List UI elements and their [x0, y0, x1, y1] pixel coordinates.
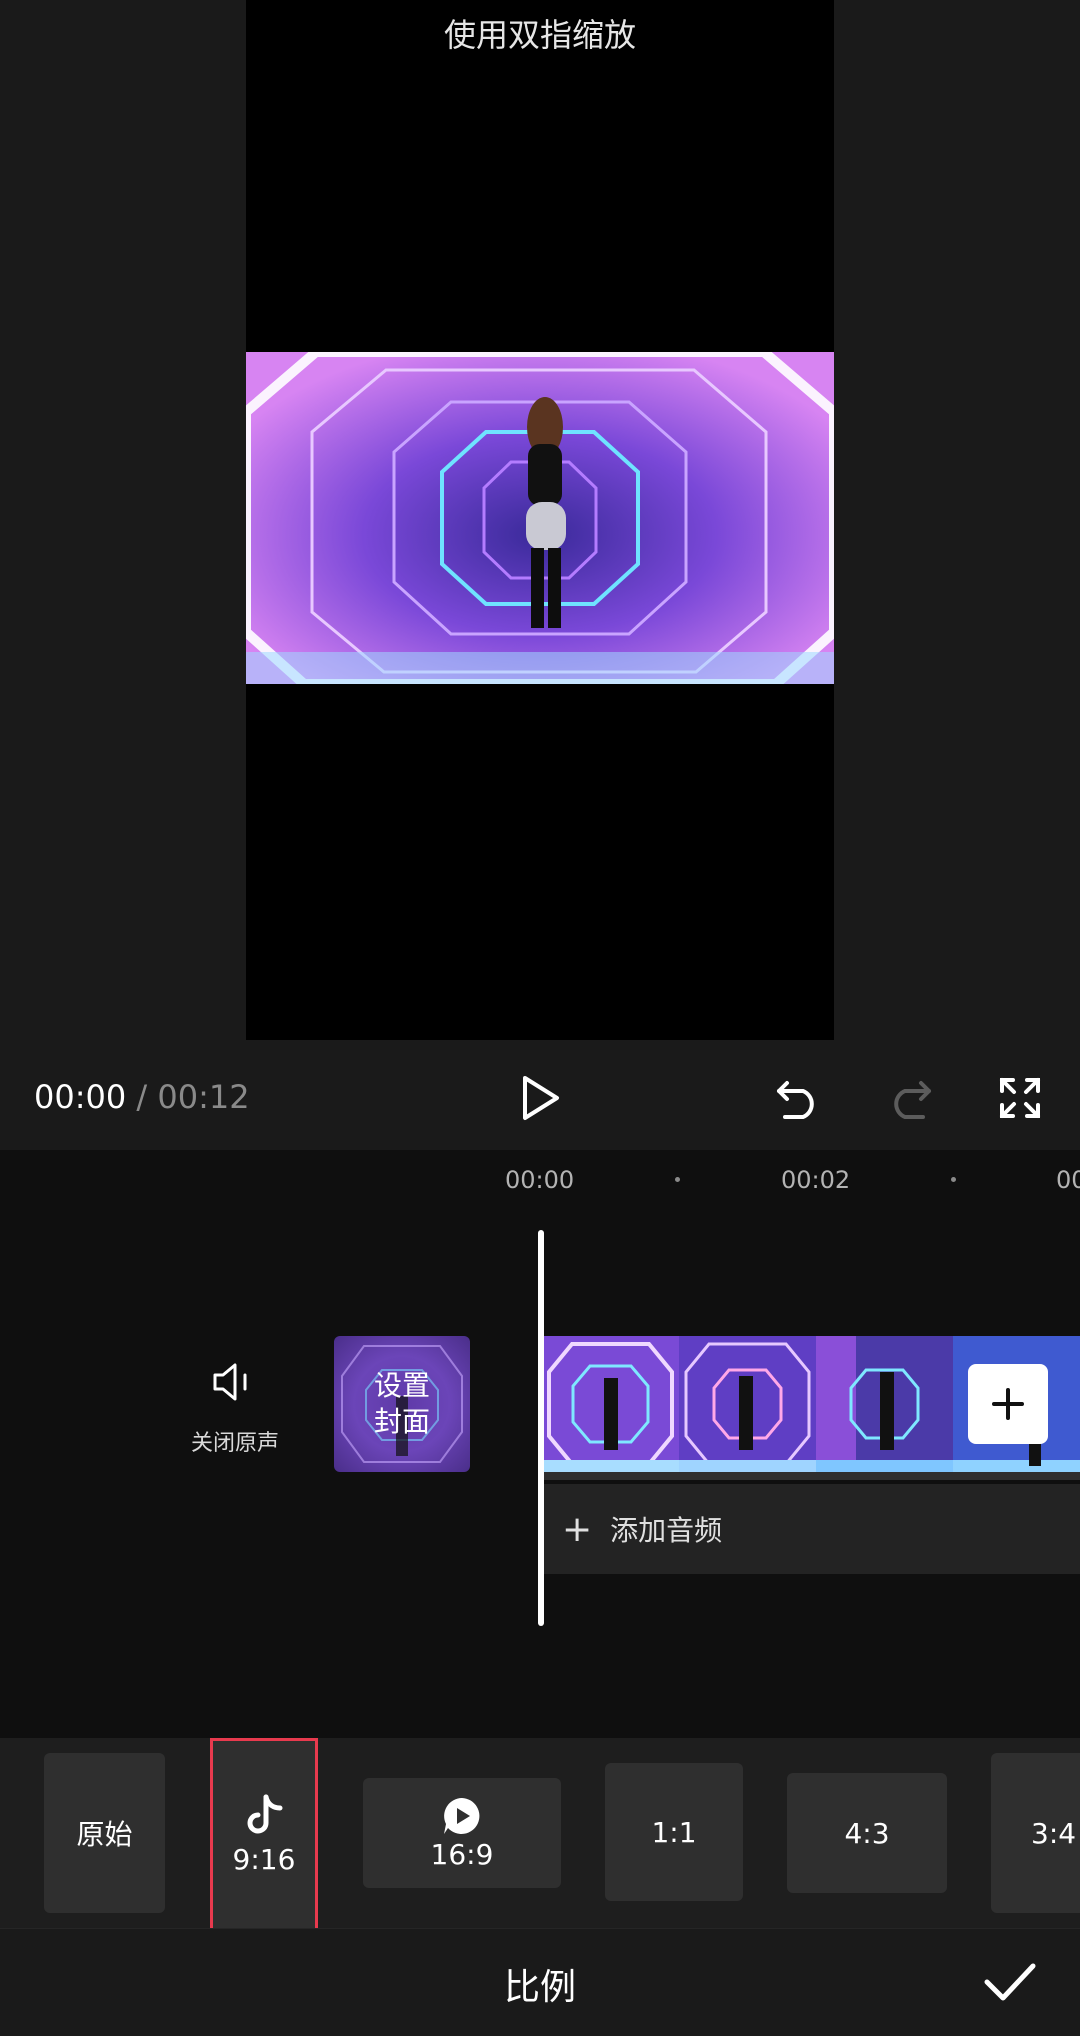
fullscreen-icon — [1000, 1078, 1040, 1118]
play-icon — [523, 1076, 559, 1120]
ratio-4-3[interactable]: 4:3 — [787, 1773, 947, 1893]
set-cover-line2: 封面 — [373, 1405, 430, 1438]
check-icon — [984, 1963, 1036, 2001]
timeline-tick: 00 — [1056, 1166, 1080, 1194]
add-audio-plus-icon: + — [562, 1508, 593, 1550]
mute-original-label: 关闭原声 — [190, 1431, 279, 1456]
ratio-label: 9:16 — [232, 1843, 296, 1876]
ratio-3-4[interactable]: 3:4 — [991, 1753, 1080, 1913]
add-clip-button[interactable] — [968, 1364, 1048, 1444]
ratio-label: 1:1 — [651, 1815, 697, 1849]
video-frame[interactable] — [246, 352, 834, 684]
clip-frame — [816, 1336, 953, 1472]
video-track-edge — [542, 1472, 1080, 1480]
confirm-button[interactable] — [980, 1952, 1040, 2012]
fullscreen-button[interactable] — [992, 1070, 1048, 1126]
mute-original-button[interactable] — [206, 1354, 262, 1410]
clip-frame — [542, 1336, 679, 1472]
add-audio-label: 添加音频 — [610, 1514, 723, 1547]
ratio-1-1[interactable]: 1:1 — [605, 1763, 743, 1901]
ratio-16-9[interactable]: 16:9 — [363, 1778, 561, 1888]
clip-frame — [679, 1336, 816, 1472]
timeline-tick: 00:00 — [505, 1166, 575, 1194]
panel-title: 比例 — [503, 1967, 576, 2008]
plus-icon — [992, 1388, 1024, 1420]
time-display: 00:00 / 00:12 — [34, 1078, 250, 1116]
playhead[interactable] — [538, 1230, 544, 1626]
play-bubble-icon — [444, 1797, 480, 1834]
ratio-label: 4:3 — [844, 1816, 890, 1850]
clip-thumbnail[interactable] — [816, 1336, 953, 1472]
redo-button[interactable] — [882, 1070, 938, 1126]
redo-icon — [894, 1081, 931, 1119]
tunnel-scene-image — [246, 352, 834, 684]
time-separator: / — [136, 1078, 148, 1116]
timeline-tick: 00:02 — [781, 1166, 851, 1194]
add-audio-button[interactable]: + 添加音频 — [542, 1484, 1080, 1574]
ratio-label: 原始 — [76, 1818, 133, 1851]
set-cover-line1: 设置 — [373, 1369, 430, 1402]
clip-thumbnail[interactable] — [542, 1336, 679, 1472]
undo-icon — [777, 1081, 814, 1119]
timeline-dot — [675, 1177, 680, 1182]
timeline-dot — [951, 1177, 956, 1182]
undo-button[interactable] — [770, 1070, 826, 1126]
ratio-label: 3:4 — [1031, 1816, 1077, 1850]
play-button[interactable] — [513, 1070, 569, 1126]
speaker-icon — [213, 1363, 247, 1401]
current-time: 00:00 — [34, 1078, 127, 1116]
set-cover-label: 设置 封面 — [334, 1368, 470, 1440]
ratio-label: 16:9 — [430, 1837, 494, 1871]
ratio-original[interactable]: 原始 — [44, 1753, 165, 1913]
tiktok-icon — [247, 1794, 283, 1834]
ratio-9-16[interactable]: 9:16 — [210, 1738, 318, 1928]
clip-thumbnail[interactable] — [679, 1336, 816, 1472]
pinch-zoom-hint: 使用双指缩放 — [443, 16, 636, 54]
total-time: 00:12 — [157, 1078, 250, 1116]
